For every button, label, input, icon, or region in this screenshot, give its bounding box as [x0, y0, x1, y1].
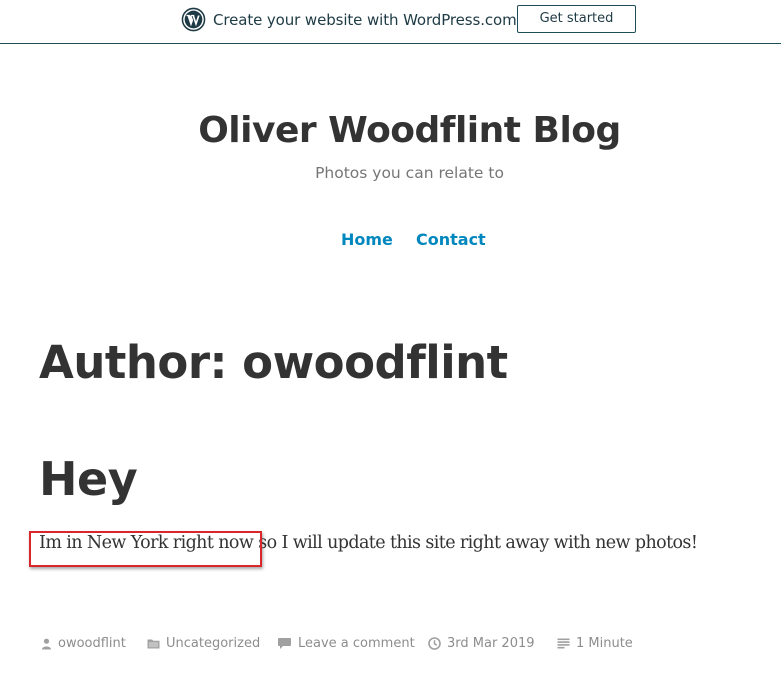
meta-category: Uncategorized	[147, 636, 260, 651]
category-link[interactable]: Uncategorized	[166, 636, 260, 651]
wordpress-logo-icon[interactable]	[181, 7, 206, 32]
post-content: Im in New York right now so I will updat…	[39, 533, 698, 553]
site-title[interactable]: Oliver Woodflint Blog	[0, 110, 781, 151]
post-content-rest: so I will update this site right away wi…	[253, 533, 698, 553]
post-title[interactable]: Hey	[39, 452, 138, 506]
meta-comment: Leave a comment	[277, 636, 415, 651]
reading-time-icon	[557, 638, 570, 649]
clock-icon	[428, 637, 441, 650]
nav-item-home[interactable]: Home	[341, 230, 393, 249]
post-date-link[interactable]: 3rd Mar 2019	[447, 636, 535, 651]
author-link[interactable]: owoodflint	[58, 636, 126, 651]
meta-date: 3rd Mar 2019	[428, 636, 535, 651]
archive-title: Author: owoodflint	[39, 336, 508, 389]
person-icon	[42, 638, 51, 649]
folder-icon	[147, 639, 160, 649]
meta-reading-time: 1 Minute	[557, 636, 633, 651]
meta-author: owoodflint	[41, 636, 126, 651]
get-started-button[interactable]: Get started	[517, 5, 636, 33]
comment-icon	[278, 638, 291, 649]
wordpress-banner: Create your website with WordPress.com G…	[0, 0, 781, 44]
banner-text[interactable]: Create your website with WordPress.com	[213, 11, 517, 29]
nav-item-contact[interactable]: Contact	[416, 230, 486, 249]
reading-time-label: 1 Minute	[576, 636, 633, 651]
site-description: Photos you can relate to	[315, 164, 504, 182]
post-content-highlighted: Im in New York right now	[39, 533, 254, 553]
leave-comment-link[interactable]: Leave a comment	[298, 636, 415, 651]
